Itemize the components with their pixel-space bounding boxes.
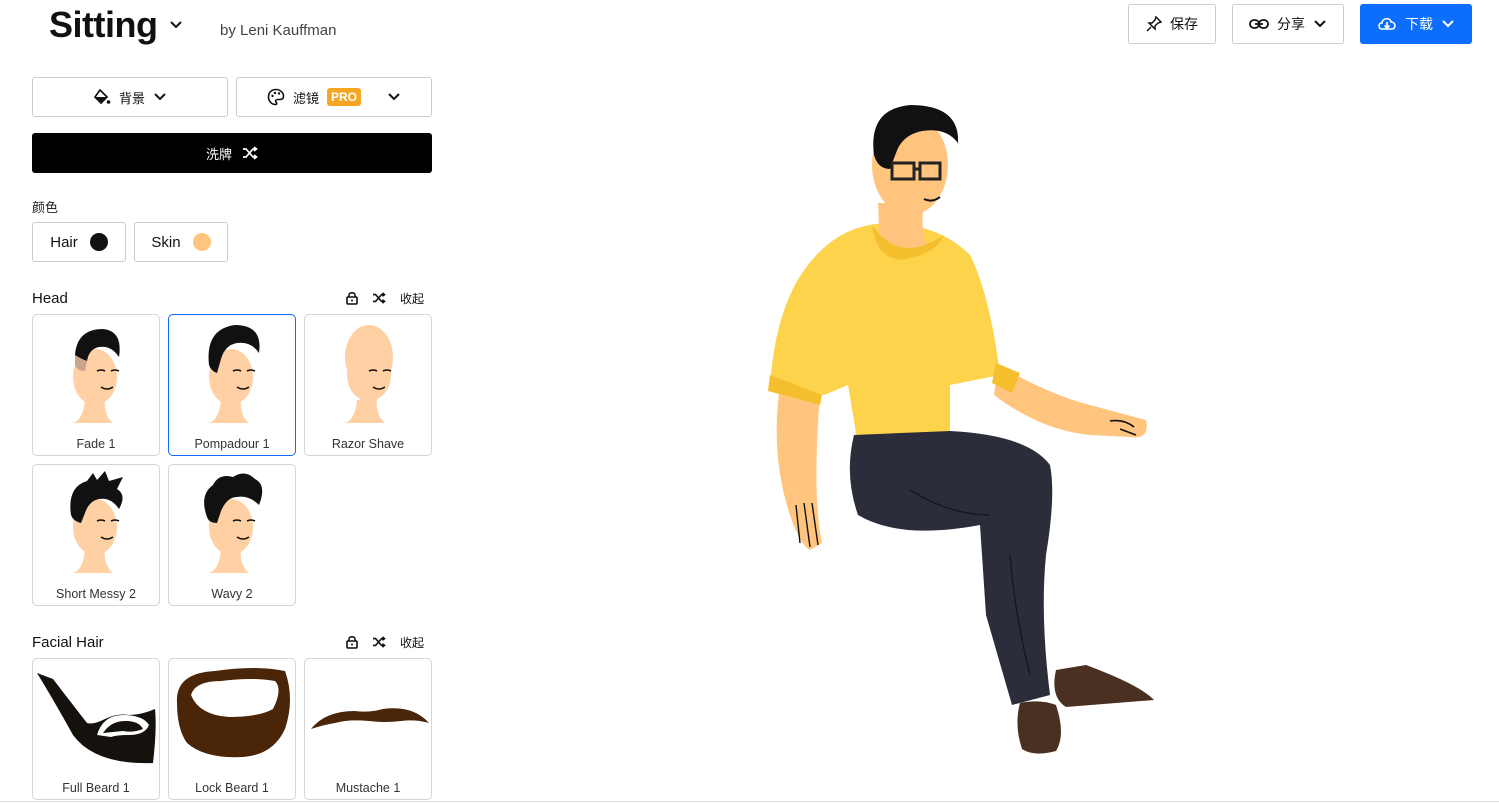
top-actions: 保存 分享 下载 bbox=[1128, 4, 1472, 44]
palette-icon bbox=[267, 88, 285, 106]
page-divider bbox=[0, 801, 1499, 802]
save-button[interactable]: 保存 bbox=[1128, 4, 1216, 44]
option-label: Wavy 2 bbox=[211, 587, 253, 601]
facial-hair-section-title: Facial Hair bbox=[32, 633, 104, 651]
filter-label: 滤镜 bbox=[292, 90, 319, 106]
author-credit: by Leni Kauffman bbox=[220, 22, 337, 39]
head-option-card[interactable]: Fade 1 bbox=[32, 314, 160, 456]
download-label: 下载 bbox=[1405, 16, 1433, 32]
fade-head-thumbnail bbox=[73, 329, 120, 423]
mustache-thumbnail bbox=[311, 708, 429, 729]
option-label: Razor Shave bbox=[331, 437, 405, 451]
background-dropdown[interactable]: 背景 bbox=[32, 77, 228, 117]
shuffle-icon bbox=[243, 146, 258, 160]
shuffle-button[interactable]: 洗牌 bbox=[32, 133, 432, 173]
option-label: Short Messy 2 bbox=[56, 587, 136, 601]
collapse-link[interactable]: 收起 bbox=[400, 634, 424, 651]
facial-hair-option-card[interactable]: Mustache 1 bbox=[304, 658, 432, 800]
save-label: 保存 bbox=[1170, 16, 1198, 32]
chevron-down-icon bbox=[154, 93, 166, 101]
paint-bucket-icon bbox=[93, 88, 111, 105]
download-button[interactable]: 下载 bbox=[1360, 4, 1472, 44]
collapse-link[interactable]: 收起 bbox=[400, 290, 424, 307]
pin-icon bbox=[1146, 16, 1162, 32]
share-label: 分享 bbox=[1277, 16, 1305, 32]
head-section-header: Head 收起 bbox=[32, 286, 432, 310]
shuffle-icon[interactable] bbox=[372, 292, 386, 304]
share-button[interactable]: 分享 bbox=[1232, 4, 1344, 44]
head-options-grid: Fade 1 Pompadour 1 Razor Shave Short Mes… bbox=[32, 314, 432, 606]
facial-hair-option-card[interactable]: Full Beard 1 bbox=[32, 658, 160, 800]
option-label: Lock Beard 1 bbox=[195, 781, 269, 795]
lock-beard-thumbnail bbox=[176, 668, 290, 758]
option-label: Pompadour 1 bbox=[194, 437, 270, 451]
sitting-person-illustration bbox=[768, 105, 1154, 754]
skin-color-label: Skin bbox=[151, 233, 181, 251]
chevron-down-icon bbox=[1442, 20, 1454, 28]
option-label: Mustache 1 bbox=[335, 781, 401, 795]
hair-color-label: Hair bbox=[50, 233, 78, 251]
razor-shave-head-thumbnail bbox=[345, 325, 393, 423]
page-title: Sitting bbox=[49, 4, 158, 45]
background-label: 背景 bbox=[118, 90, 145, 106]
wavy-head-thumbnail bbox=[204, 473, 263, 573]
option-label: Full Beard 1 bbox=[62, 781, 130, 795]
cloud-download-icon bbox=[1378, 17, 1396, 30]
link-icon bbox=[1249, 19, 1269, 29]
chevron-down-icon bbox=[1314, 20, 1326, 28]
shuffle-label: 洗牌 bbox=[205, 146, 232, 162]
skin-color-button[interactable]: Skin bbox=[134, 222, 228, 262]
facial-hair-option-card[interactable]: Lock Beard 1 bbox=[168, 658, 296, 800]
option-label: Fade 1 bbox=[76, 437, 116, 451]
chevron-down-icon bbox=[170, 21, 183, 29]
full-beard-thumbnail bbox=[37, 673, 156, 764]
chevron-down-icon bbox=[388, 93, 400, 101]
skin-color-swatch bbox=[192, 233, 211, 251]
short-messy-head-thumbnail bbox=[70, 471, 123, 573]
pro-badge: PRO bbox=[327, 88, 362, 106]
hair-color-swatch bbox=[89, 233, 108, 251]
head-option-card[interactable]: Short Messy 2 bbox=[32, 464, 160, 606]
facial-hair-section-header: Facial Hair 收起 bbox=[32, 630, 432, 654]
head-section-title: Head bbox=[32, 289, 68, 307]
title-dropdown[interactable]: Sitting bbox=[49, 4, 183, 46]
facial-hair-options-grid: Full Beard 1 Lock Beard 1 Mustache 1 bbox=[32, 658, 432, 800]
lock-icon[interactable] bbox=[346, 635, 358, 649]
head-option-card-selected[interactable]: Pompadour 1 bbox=[168, 314, 296, 456]
pompadour-head-thumbnail bbox=[208, 325, 260, 423]
colors-caption: 颜色 bbox=[32, 200, 59, 215]
filter-dropdown[interactable]: 滤镜 PRO bbox=[236, 77, 432, 117]
customization-sidebar: 背景 滤镜 PRO 洗牌 颜色 Hair Skin Head 收起 Fade 1… bbox=[32, 77, 432, 800]
shuffle-icon[interactable] bbox=[372, 636, 386, 648]
lock-icon[interactable] bbox=[346, 291, 358, 305]
head-option-card[interactable]: Wavy 2 bbox=[168, 464, 296, 606]
head-option-card[interactable]: Razor Shave bbox=[304, 314, 432, 456]
hair-color-button[interactable]: Hair bbox=[32, 222, 126, 262]
